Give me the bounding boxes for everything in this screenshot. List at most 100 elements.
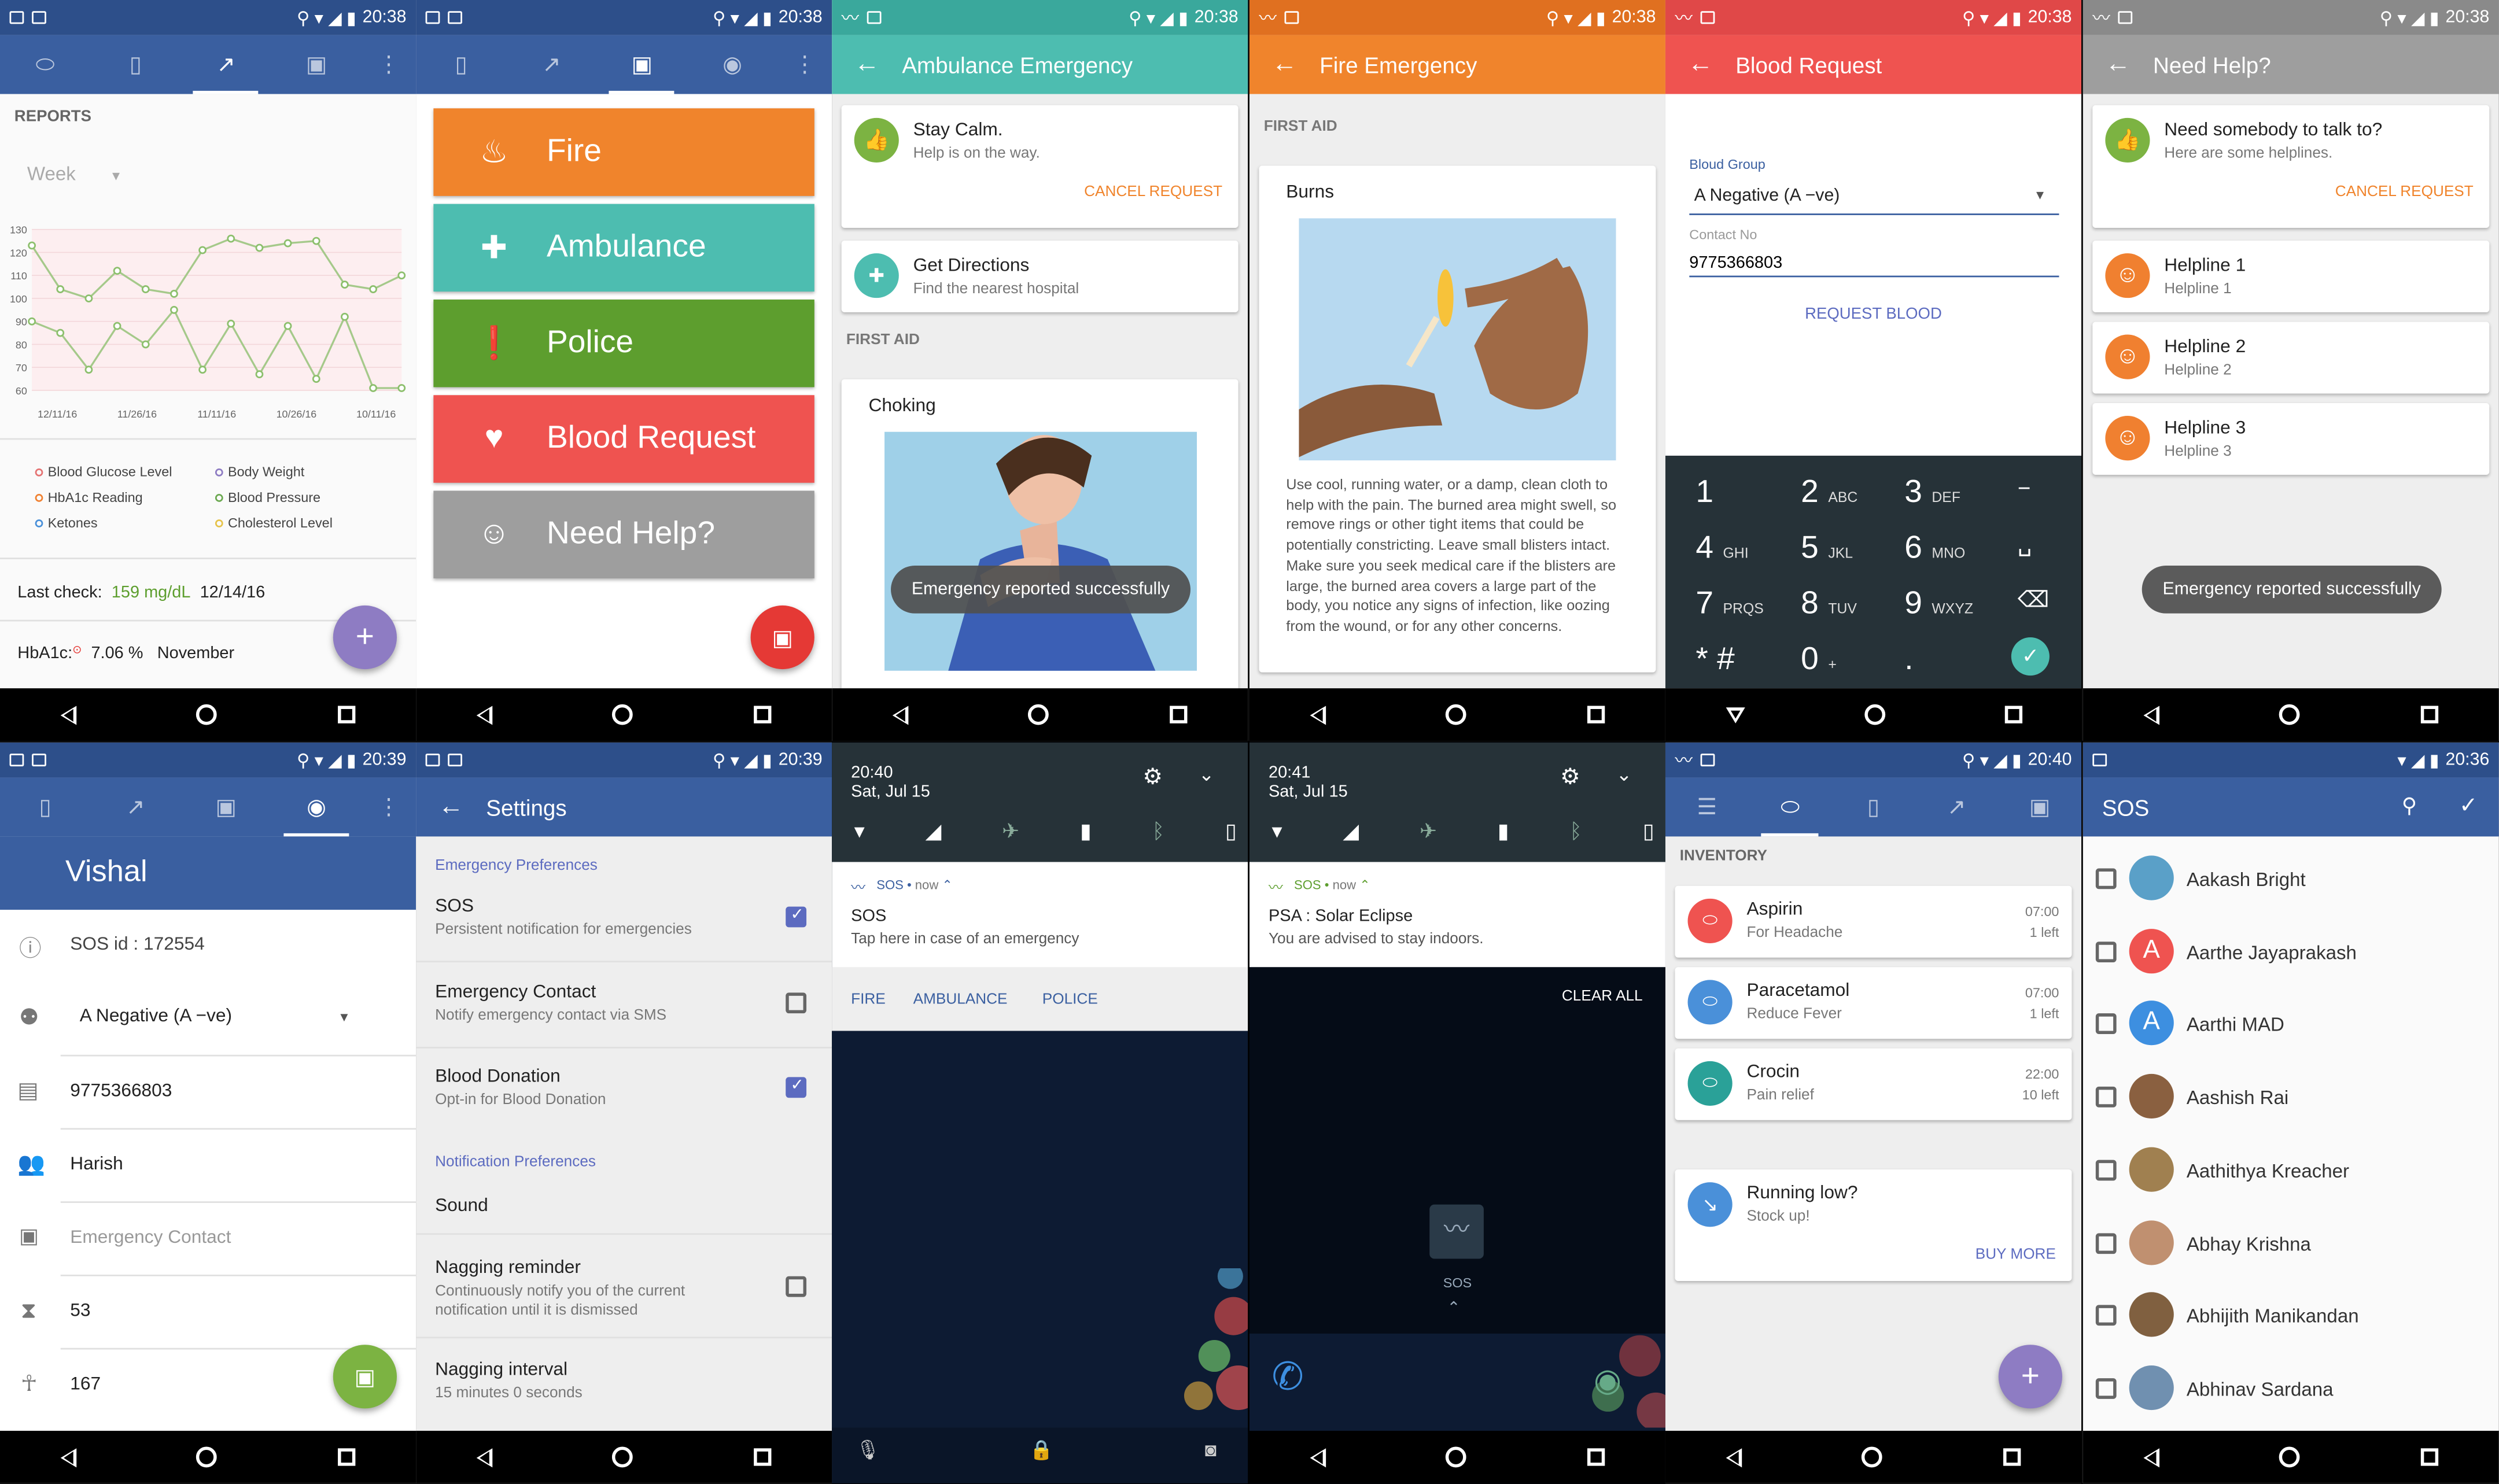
tab-records[interactable]: ▯ [0,777,90,836]
contact-checkbox[interactable] [2095,1232,2117,1253]
rotate-icon[interactable]: ▯ [1643,819,1654,844]
back-nav-icon[interactable] [1310,1447,1326,1467]
tab-emergency[interactable]: ▣ [181,777,271,836]
collapse-chevron-icon[interactable]: ⌄ [1199,763,1215,786]
recents-nav-icon[interactable] [338,706,356,723]
home-nav-icon[interactable] [1446,1446,1467,1468]
back-nav-icon[interactable] [476,1447,492,1467]
back-nav-icon[interactable] [60,705,76,725]
contact-input[interactable] [1689,248,2059,278]
keypad-key[interactable]: . [1904,642,1913,678]
blood-group-row[interactable]: ⚉ A Negative (A −ve) ▼ [0,981,416,1053]
setting-checkbox[interactable] [786,906,807,928]
police-action-button[interactable]: POLICE [1042,991,1098,1009]
recents-nav-icon[interactable] [754,1448,772,1466]
helpline-card[interactable]: ☺ Helpline 1 Helpline 1 [2092,241,2490,312]
keypad-key[interactable]: 1 [1696,475,1713,511]
tab-records[interactable]: ▯ [416,35,506,94]
recents-nav-icon[interactable] [2003,1448,2021,1466]
airplane-icon[interactable]: ✈ [1002,819,1019,844]
recents-nav-icon[interactable] [1587,706,1605,723]
settings-gear-icon[interactable]: ⚙ [1560,763,1580,791]
settings-gear-icon[interactable]: ⚙ [1142,763,1163,791]
need-help-button[interactable]: ☺ Need Help? [433,490,814,579]
tab-medicines[interactable]: ⬭ [1749,777,1832,837]
tab-profile[interactable]: ◉ [687,35,777,94]
contact-row[interactable]: Abhijith Manikandan [2083,1284,2499,1352]
contact-name-row[interactable]: 👥 Harish [0,1129,416,1201]
home-nav-icon[interactable] [1446,704,1467,725]
sound-setting[interactable]: Sound [416,1182,832,1233]
setting-row[interactable]: SOS Persistent notification for emergenci… [416,880,832,963]
tab-profile[interactable]: ◉ [271,777,362,837]
keypad-key[interactable]: ␣ [2018,530,2032,558]
home-nav-icon[interactable] [1863,704,1885,725]
helpline-card[interactable]: ☺ Helpline 2 Helpline 2 [2092,322,2490,394]
keypad-key[interactable]: 8 TUV [1801,586,1857,623]
buy-more-button[interactable]: BUY MORE [1975,1246,2056,1263]
medicine-card[interactable]: ⬭ Crocin Pain relief 22:00 10 left [1675,1048,2072,1120]
home-nav-icon[interactable] [197,1446,218,1468]
keypad-key[interactable]: 9 WXYZ [1904,586,1973,623]
ambulance-action-button[interactable]: AMBULANCE [913,991,1008,1009]
home-nav-icon[interactable] [613,1446,634,1468]
back-arrow-icon[interactable]: ← [2105,50,2131,79]
keypad-key[interactable]: ✓ [2011,637,2050,676]
add-medicine-button[interactable]: + [1998,1345,2062,1409]
contact-checkbox[interactable] [2095,1160,2117,1180]
recents-nav-icon[interactable] [338,1448,356,1466]
sos-notification[interactable]: 〰 SOS • now ⌃ SOS Tap here in case of an… [832,862,1248,1031]
battery-icon[interactable]: ▮ [1498,819,1509,844]
setting-checkbox[interactable] [786,1077,807,1098]
recents-nav-icon[interactable] [1587,1448,1605,1466]
recents-nav-icon[interactable] [2004,706,2022,723]
camera-shortcut-icon[interactable]: ◉ [1594,1361,1621,1401]
airplane-icon[interactable]: ✈ [1420,819,1437,844]
keypad-key[interactable]: ⌫ [2018,586,2050,614]
search-icon[interactable]: ⚲ [2402,793,2417,819]
setting-checkbox[interactable] [786,992,807,1014]
hide-keyboard-icon[interactable] [1725,706,1745,723]
tab-records[interactable]: ▯ [1832,777,1915,836]
back-nav-icon[interactable] [1310,705,1326,725]
medicine-card[interactable]: ⬭ Aspirin For Headache 07:00 1 left [1675,885,2072,958]
request-blood-button[interactable]: REQUEST BLOOD [1665,306,2081,323]
fire-action-button[interactable]: FIRE [851,991,886,1009]
tab-reports[interactable]: ↗ [1915,777,1998,836]
blood-request-button[interactable]: ♥ Blood Request [433,395,814,483]
bluetooth-icon[interactable]: ᛒ [1569,819,1582,844]
home-nav-icon[interactable] [2279,704,2301,725]
overflow-menu[interactable]: ⋮ [362,777,416,836]
contact-row[interactable]: Aakash Bright [2083,848,2499,915]
keypad-key[interactable]: 7 PRQS [1696,586,1763,623]
cancel-request-button[interactable]: CANCEL REQUEST [2335,183,2474,201]
keypad-key[interactable]: * # [1696,642,1734,678]
rotate-icon[interactable]: ▯ [1225,819,1237,844]
battery-icon[interactable]: ▮ [1080,819,1092,844]
home-nav-icon[interactable] [197,704,218,725]
back-arrow-icon[interactable]: ← [438,793,464,822]
recents-nav-icon[interactable] [1170,706,1188,723]
directions-card[interactable]: ✚ Get Directions Find the nearest hospit… [841,241,1239,312]
recents-nav-icon[interactable] [754,706,772,723]
blood-group-select[interactable]: A Negative (A −ve) ▼ [1689,180,2059,215]
home-nav-icon[interactable] [1862,1446,1883,1468]
emergency-fab[interactable]: ▣ [750,605,814,670]
nagging-interval-setting[interactable]: Nagging interval 15 minutes 0 seconds [416,1338,832,1412]
helpline-card[interactable]: ☺ Helpline 3 Helpline 3 [2092,403,2490,475]
mic-icon[interactable]: 🎙 [856,1439,880,1461]
back-arrow-icon[interactable]: ← [854,50,880,79]
phone-shortcut-icon[interactable]: ✆ [1271,1354,1303,1401]
contact-row[interactable]: A Aarthi MAD [2083,993,2499,1060]
keypad-key[interactable]: 3 DEF [1904,475,1960,511]
nagging-reminder-checkbox[interactable] [786,1276,807,1297]
save-profile-button[interactable]: ▣ [333,1345,397,1409]
tab-reports[interactable]: ↗ [506,35,596,94]
nagging-reminder-setting[interactable]: Nagging reminder Continuously notify you… [416,1235,832,1337]
tab-emergency[interactable]: ▣ [271,35,362,94]
contact-checkbox[interactable] [2095,1014,2117,1035]
recents-nav-icon[interactable] [2421,1448,2439,1466]
clear-all-button[interactable]: CLEAR ALL [1562,988,1643,1005]
tab-reports[interactable]: ↗ [181,35,271,94]
recents-nav-icon[interactable] [2421,706,2439,723]
